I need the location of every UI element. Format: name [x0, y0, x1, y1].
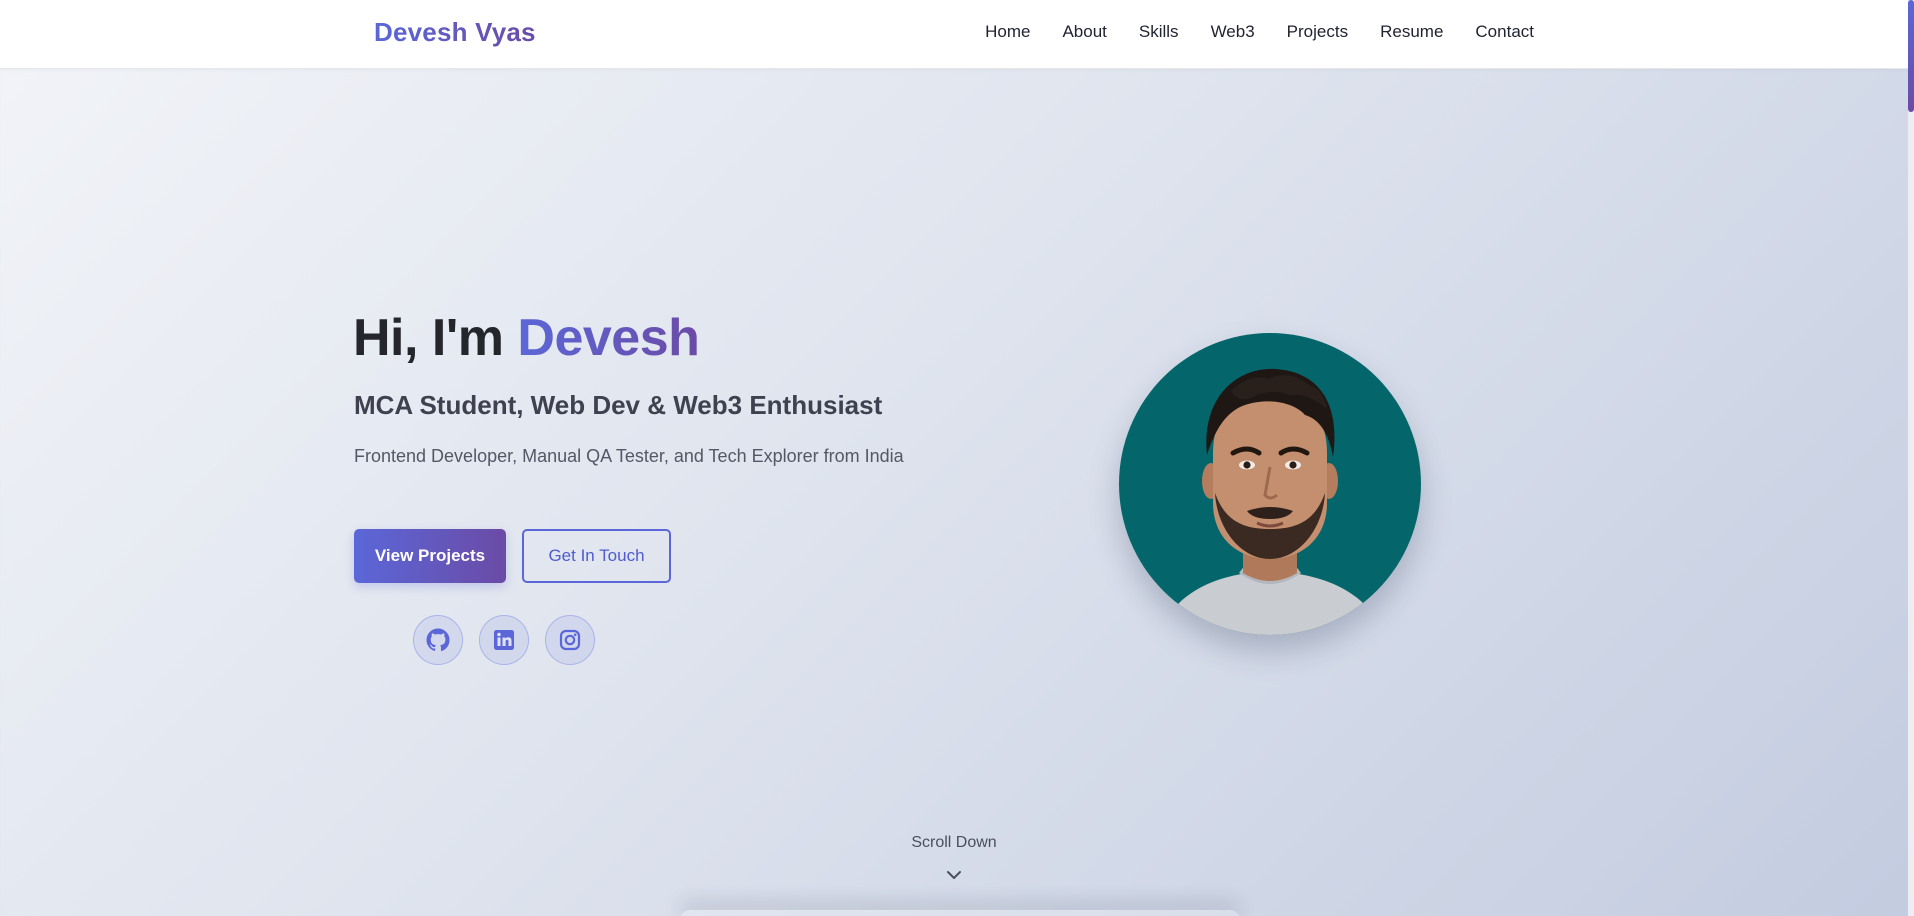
- instagram-link[interactable]: [545, 615, 595, 665]
- nav-link-projects[interactable]: Projects: [1287, 22, 1348, 42]
- navbar: Devesh Vyas Home About Skills Web3 Proje…: [0, 0, 1914, 69]
- linkedin-icon: [494, 630, 514, 650]
- scroll-down-label[interactable]: Scroll Down: [852, 834, 1056, 852]
- hero-subtitle: MCA Student, Web Dev & Web3 Enthusiast: [354, 390, 883, 420]
- nav-menu: Home About Skills Web3 Projects Resume C…: [985, 22, 1534, 42]
- github-icon: [426, 628, 450, 652]
- hero-description: Frontend Developer, Manual QA Tester, an…: [354, 446, 904, 466]
- profile-portrait-image: [1119, 333, 1421, 635]
- instagram-icon: [559, 629, 581, 651]
- github-link[interactable]: [413, 615, 463, 665]
- nav-link-web3[interactable]: Web3: [1211, 22, 1255, 42]
- brand-logo[interactable]: Devesh Vyas: [374, 17, 536, 48]
- hero-title: Hi, I'm Devesh: [353, 308, 700, 368]
- nav-link-resume[interactable]: Resume: [1380, 22, 1443, 42]
- hero-greeting: Hi, I'm: [353, 309, 504, 367]
- hero-name: Devesh: [517, 309, 700, 367]
- linkedin-link[interactable]: [479, 615, 529, 665]
- view-projects-button[interactable]: View Projects: [354, 529, 506, 583]
- page-scrollbar[interactable]: [1908, 0, 1914, 916]
- nav-link-about[interactable]: About: [1062, 22, 1106, 42]
- nav-link-contact[interactable]: Contact: [1475, 22, 1534, 42]
- profile-photo: [1119, 333, 1421, 635]
- nav-link-skills[interactable]: Skills: [1139, 22, 1179, 42]
- chevron-down-icon[interactable]: [945, 866, 963, 884]
- get-in-touch-button[interactable]: Get In Touch: [522, 529, 671, 583]
- scrollbar-thumb[interactable]: [1908, 0, 1914, 112]
- nav-link-home[interactable]: Home: [985, 22, 1030, 42]
- next-section-edge: [680, 910, 1240, 916]
